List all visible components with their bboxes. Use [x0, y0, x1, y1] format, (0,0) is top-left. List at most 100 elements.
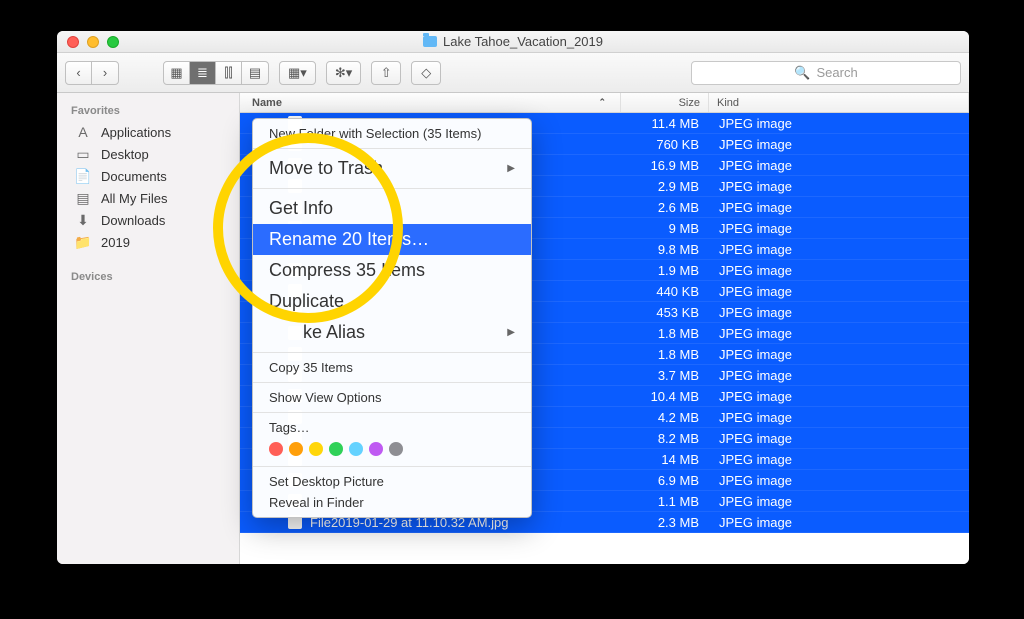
- folder-icon: [423, 36, 437, 47]
- view-icon-button[interactable]: ▦: [164, 62, 190, 84]
- sidebar-item-icon: ▤: [75, 190, 91, 206]
- submenu-arrow-icon: ▶: [507, 327, 515, 338]
- menu-make-alias[interactable]: ke Alias▶: [253, 317, 531, 348]
- sidebar-item[interactable]: 📄Documents: [57, 165, 239, 187]
- column-name[interactable]: Name ⌃: [244, 93, 621, 112]
- close-button[interactable]: [67, 36, 79, 48]
- file-size: 760 KB: [621, 137, 709, 152]
- menu-set-desktop-picture[interactable]: Set Desktop Picture: [253, 471, 531, 492]
- toolbar: ‹ › ▦ ≣ ⫿⫿ ▤ ▦▾ ✻▾ ⇧ ◇ 🔍 Search: [57, 53, 969, 93]
- sidebar-item[interactable]: ⬇ Downloads: [57, 209, 239, 231]
- menu-compress[interactable]: Compress 35 Items: [253, 255, 531, 286]
- menu-reveal-in-finder[interactable]: Reveal in Finder: [253, 492, 531, 513]
- menu-get-info[interactable]: Get Info: [253, 193, 531, 224]
- forward-button[interactable]: ›: [92, 62, 118, 84]
- submenu-arrow-icon: ▶: [507, 163, 515, 174]
- nav-back-forward: ‹ ›: [65, 61, 119, 85]
- menu-rename-items[interactable]: Rename 20 Items…: [253, 224, 531, 255]
- file-kind: JPEG image: [709, 368, 969, 383]
- file-size: 2.9 MB: [621, 179, 709, 194]
- search-icon: 🔍: [794, 65, 810, 81]
- view-list-button[interactable]: ≣: [190, 62, 216, 84]
- sidebar-item[interactable]: ▤ All My Files: [57, 187, 239, 209]
- sidebar-item-label: All My Files: [101, 191, 167, 206]
- menu-move-to-trash[interactable]: Move to Trash▶: [253, 153, 531, 184]
- file-kind: JPEG image: [709, 242, 969, 257]
- sidebar-item[interactable]: 📁 2019: [57, 231, 239, 253]
- arrange-button[interactable]: ▦▾: [279, 61, 316, 85]
- share-button[interactable]: ⇧: [371, 61, 401, 85]
- file-size: 4.2 MB: [621, 410, 709, 425]
- file-kind: JPEG image: [709, 515, 969, 530]
- tags-button[interactable]: ◇: [411, 61, 441, 85]
- menu-copy[interactable]: Copy 35 Items: [253, 357, 531, 378]
- context-menu: New Folder with Selection (35 Items) Mov…: [252, 118, 532, 518]
- column-kind[interactable]: Kind: [709, 93, 969, 112]
- tag-color[interactable]: [289, 442, 303, 456]
- file-size: 453 KB: [621, 305, 709, 320]
- file-size: 14 MB: [621, 452, 709, 467]
- window-controls: [57, 36, 119, 48]
- window-title: Lake Tahoe_Vacation_2019: [443, 34, 603, 49]
- file-kind: JPEG image: [709, 263, 969, 278]
- file-kind: JPEG image: [709, 452, 969, 467]
- file-size: 440 KB: [621, 284, 709, 299]
- tag-color[interactable]: [269, 442, 283, 456]
- sidebar: Favorites A Applications ▭ Desktop 📄Document…: [57, 93, 240, 564]
- file-kind: JPEG image: [709, 473, 969, 488]
- file-kind: JPEG image: [709, 158, 969, 173]
- sidebar-item-label: Applications: [101, 125, 171, 140]
- file-kind: JPEG image: [709, 221, 969, 236]
- sidebar-item-icon: 📁: [75, 234, 91, 250]
- file-size: 8.2 MB: [621, 431, 709, 446]
- file-size: 1.8 MB: [621, 326, 709, 341]
- file-size: 10.4 MB: [621, 389, 709, 404]
- file-size: 2.6 MB: [621, 200, 709, 215]
- menu-duplicate[interactable]: Duplicate: [253, 286, 531, 317]
- sidebar-header-favorites: Favorites: [57, 101, 239, 121]
- file-size: 11.4 MB: [621, 116, 709, 131]
- menu-show-view-options[interactable]: Show View Options: [253, 387, 531, 408]
- tag-color[interactable]: [329, 442, 343, 456]
- file-kind: JPEG image: [709, 389, 969, 404]
- column-headers: Name ⌃ Size Kind: [240, 93, 969, 113]
- zoom-button[interactable]: [107, 36, 119, 48]
- tag-color[interactable]: [349, 442, 363, 456]
- file-kind: JPEG image: [709, 137, 969, 152]
- file-kind: JPEG image: [709, 116, 969, 131]
- tag-color[interactable]: [309, 442, 323, 456]
- file-size: 1.1 MB: [621, 494, 709, 509]
- sidebar-item-label: Downloads: [101, 213, 165, 228]
- view-column-button[interactable]: ⫿⫿: [216, 62, 242, 84]
- sidebar-item-icon: ⬇: [75, 212, 91, 228]
- file-size: 1.8 MB: [621, 347, 709, 362]
- search-field[interactable]: 🔍 Search: [691, 61, 961, 85]
- column-size[interactable]: Size: [621, 93, 709, 112]
- tag-color[interactable]: [369, 442, 383, 456]
- sidebar-item-label: 2019: [101, 235, 130, 250]
- minimize-button[interactable]: [87, 36, 99, 48]
- file-size: 9 MB: [621, 221, 709, 236]
- sidebar-item-label: Desktop: [101, 147, 149, 162]
- titlebar: Lake Tahoe_Vacation_2019: [57, 31, 969, 53]
- view-gallery-button[interactable]: ▤: [242, 62, 268, 84]
- file-kind: JPEG image: [709, 305, 969, 320]
- file-kind: JPEG image: [709, 431, 969, 446]
- menu-new-folder[interactable]: New Folder with Selection (35 Items): [253, 123, 531, 144]
- sidebar-item[interactable]: ▭ Desktop: [57, 143, 239, 165]
- sidebar-item-icon: A: [75, 124, 91, 140]
- back-button[interactable]: ‹: [66, 62, 92, 84]
- sidebar-item[interactable]: A Applications: [57, 121, 239, 143]
- sort-indicator-icon: ⌃: [598, 97, 612, 108]
- file-kind: JPEG image: [709, 284, 969, 299]
- file-size: 3.7 MB: [621, 368, 709, 383]
- tag-color[interactable]: [389, 442, 403, 456]
- tag-color-row: [253, 438, 531, 462]
- sidebar-item-icon: ▭: [75, 146, 91, 162]
- file-size: 6.9 MB: [621, 473, 709, 488]
- action-button[interactable]: ✻▾: [326, 61, 361, 85]
- file-kind: JPEG image: [709, 200, 969, 215]
- sidebar-header-devices: Devices: [57, 267, 239, 287]
- menu-tags[interactable]: Tags…: [253, 417, 531, 438]
- file-size: 9.8 MB: [621, 242, 709, 257]
